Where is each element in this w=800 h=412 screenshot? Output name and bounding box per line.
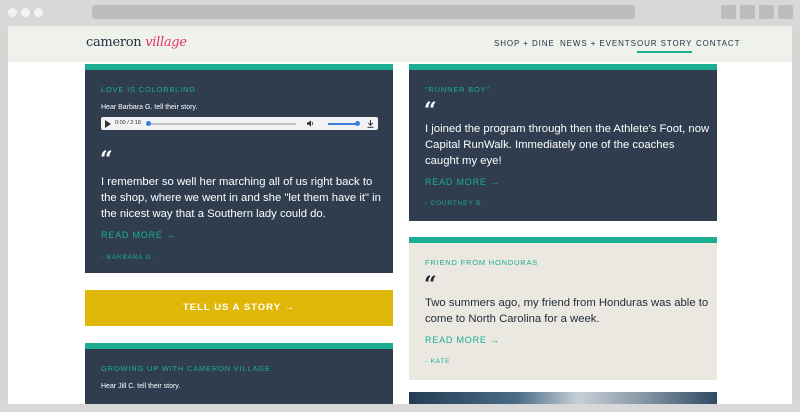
quote-mark-icon: “ [100, 147, 113, 173]
audio-progress-track[interactable] [148, 123, 296, 125]
logo-main: cameron [86, 35, 142, 50]
browser-bottom-frame [0, 404, 800, 412]
volume-track[interactable] [328, 123, 358, 125]
nav-our-story[interactable]: OUR STORY [637, 39, 693, 53]
address-bar[interactable] [92, 5, 635, 19]
quote-mark-icon: “ [424, 272, 437, 298]
volume-icon[interactable] [307, 120, 315, 127]
logo[interactable]: cameron village [86, 35, 187, 50]
card-subtitle: Hear Jill C. tell their story. [101, 383, 181, 390]
story-card-runner-boy: "RUNNER BOY" “ I joined the program thro… [409, 64, 717, 221]
story-card-growing-up: GROWING UP WITH CAMERON VILLAGE Hear Jil… [85, 343, 393, 404]
volume-knob[interactable] [355, 121, 360, 126]
story-author: - COURTNEY B. [425, 200, 484, 207]
quote-mark-icon: “ [424, 98, 437, 124]
story-author: - BARBARA G. [101, 254, 154, 261]
audio-time: 0:00 / 2:18 [115, 120, 141, 126]
window-dot-icon[interactable] [34, 8, 43, 17]
nav-shop-dine[interactable]: SHOP + DINE [494, 39, 555, 48]
toolbar-button[interactable] [759, 5, 774, 19]
story-card-friend-from-honduras: FRIEND FROM HONDURAS “ Two summers ago, … [409, 237, 717, 380]
story-quote: Two summers ago, my friend from Honduras… [425, 297, 709, 325]
window-dot-icon[interactable] [21, 8, 30, 17]
nav-contact[interactable]: CONTACT [696, 39, 740, 48]
story-quote: I remember so well her marching all of u… [101, 176, 381, 220]
card-title: LOVE IS COLORBLIND [101, 85, 196, 94]
story-photo[interactable] [409, 392, 717, 404]
read-more-link[interactable]: READ MORE → [425, 177, 500, 187]
nav-news-events[interactable]: NEWS + EVENTS [560, 39, 637, 48]
card-title: FRIEND FROM HONDURAS [425, 258, 539, 267]
read-more-link[interactable]: READ MORE → [101, 230, 176, 240]
story-author: - KATE [425, 358, 451, 365]
card-subtitle: Hear Barbara G. tell their story. [101, 104, 198, 111]
story-quote: I joined the program through then the At… [425, 123, 710, 167]
card-title: GROWING UP WITH CAMERON VILLAGE [101, 364, 271, 373]
audio-progress-knob[interactable] [146, 121, 151, 126]
logo-accent: village [145, 35, 187, 50]
play-icon[interactable] [105, 120, 111, 128]
toolbar-button[interactable] [778, 5, 793, 19]
window-dot-icon[interactable] [8, 8, 17, 17]
card-accent-strip [85, 343, 393, 349]
card-accent-strip [85, 64, 393, 70]
page-viewport: cameron village SHOP + DINE NEWS + EVENT… [8, 26, 792, 404]
audio-player[interactable]: 0:00 / 2:18 [101, 117, 378, 130]
site-header: cameron village SHOP + DINE NEWS + EVENT… [8, 26, 792, 62]
tell-us-a-story-button[interactable]: TELL US A STORY → [85, 290, 393, 326]
story-card-love-is-colorblind: LOVE IS COLORBLIND Hear Barbara G. tell … [85, 64, 393, 273]
card-accent-strip [409, 64, 717, 70]
card-title: "RUNNER BOY" [425, 85, 490, 94]
card-accent-strip [409, 237, 717, 243]
browser-toolbar [0, 0, 800, 26]
toolbar-button[interactable] [740, 5, 755, 19]
download-icon[interactable] [367, 120, 374, 128]
read-more-link[interactable]: READ MORE → [425, 335, 500, 345]
toolbar-button[interactable] [721, 5, 736, 19]
